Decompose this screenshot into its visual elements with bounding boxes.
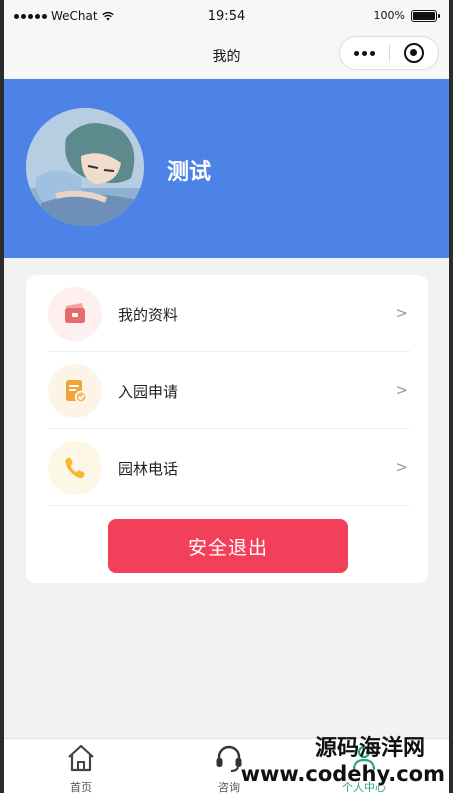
watermark-url: www.codehy.com (240, 762, 445, 786)
menu-label: 我的资料 (118, 306, 179, 324)
battery-percent: 100% (373, 9, 405, 22)
menu-item-my-profile[interactable]: 我的资料 > (48, 275, 410, 352)
menu-icon-wrap (48, 364, 102, 418)
watermark-name: 源码海洋网 (314, 736, 425, 761)
username: 测试 (167, 160, 212, 185)
chevron-right-icon: > (395, 458, 408, 476)
battery-area: 100% (373, 9, 440, 22)
more-button[interactable] (340, 50, 389, 56)
watermark: 源码海洋网 www.codehy.com (241, 736, 445, 786)
tab-label: 首页 (70, 781, 92, 793)
mini-program-capsule (339, 36, 439, 70)
phone-screen: WeChat 19:54 100% 我的 测试 我的资料 > 入园申请 > 园林… (0, 0, 453, 793)
menu-card: 我的资料 > 入园申请 > 园林电话 > 安全退出 (26, 275, 428, 583)
tab-home[interactable]: 首页 (51, 743, 111, 793)
menu-icon-wrap (48, 287, 102, 341)
chevron-right-icon: > (395, 381, 408, 399)
document-check-icon (66, 380, 88, 404)
home-icon (68, 744, 94, 772)
menu-item-garden-phone[interactable]: 园林电话 > (48, 429, 410, 506)
menu-label: 入园申请 (118, 383, 179, 401)
card-icon (65, 303, 85, 323)
status-bar: WeChat 19:54 100% (4, 0, 449, 34)
avatar-image (26, 108, 144, 226)
logout-button[interactable]: 安全退出 (108, 519, 348, 573)
battery-fill (413, 11, 435, 20)
close-button[interactable] (390, 43, 439, 63)
menu-label: 园林电话 (118, 460, 179, 478)
menu-item-entry-application[interactable]: 入园申请 > (48, 352, 410, 429)
nav-bar: 我的 (4, 34, 449, 78)
chevron-right-icon: > (395, 304, 408, 322)
menu-icon-wrap (48, 441, 102, 495)
avatar[interactable] (26, 108, 144, 226)
target-icon (403, 43, 424, 63)
battery-icon (411, 9, 440, 22)
phone-icon (65, 457, 85, 478)
profile-header: 测试 (4, 79, 449, 258)
